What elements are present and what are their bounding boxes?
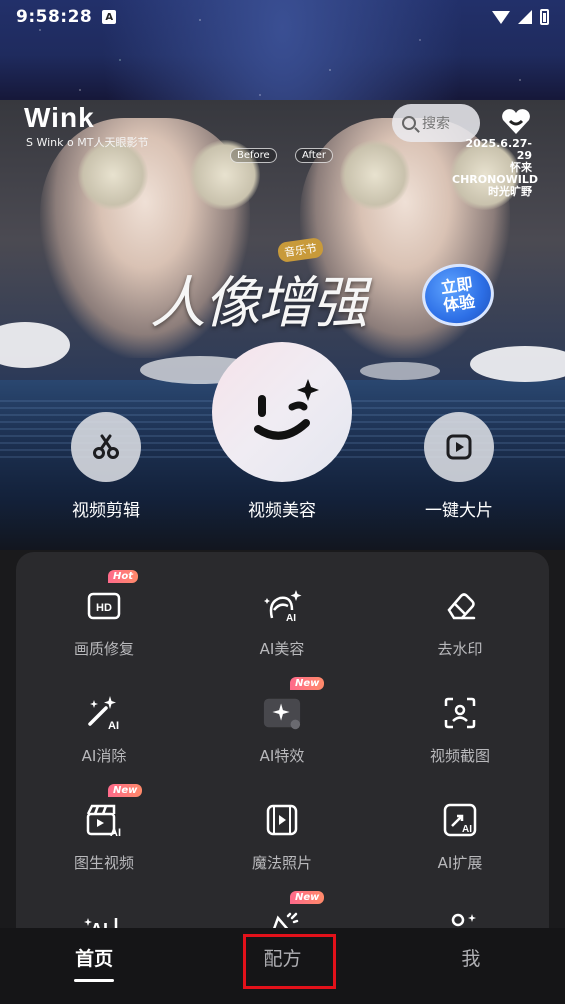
eraser-icon: [447, 593, 476, 620]
magic-wand-icon-wrap: AI: [84, 693, 124, 733]
ai-face-icon: AI: [264, 590, 302, 624]
wifi-icon: [492, 10, 510, 24]
video-beauty-circle: [212, 342, 352, 482]
battery-icon: [540, 9, 549, 25]
feature-label: 魔法照片: [251, 854, 312, 872]
ai-face-icon-wrap: AI: [262, 586, 302, 626]
eraser-icon-wrap: [440, 586, 480, 626]
search-placeholder: 搜索: [422, 116, 450, 132]
scissors-icon: [93, 434, 119, 459]
feature-image-to-video[interactable]: New AI 图生视频: [44, 784, 164, 873]
one-click-blockbuster-button[interactable]: 一键大片: [417, 412, 501, 521]
feature-label: AI扩展: [437, 854, 483, 872]
nav-me-label: 我: [461, 948, 481, 970]
svg-text:AI: AI: [462, 824, 472, 835]
status-time: 9:58:28: [16, 7, 93, 27]
new-badge: New: [290, 677, 325, 690]
hair-bun-decoration: [340, 140, 410, 210]
hd-icon-wrap: Hot HD: [84, 570, 139, 626]
feature-ai-effects[interactable]: New AI特效: [222, 677, 342, 766]
event-date: 2025.6.27-29: [465, 137, 533, 162]
status-bar: 9:58:28 A: [0, 0, 565, 34]
feature-label: AI美容: [259, 640, 305, 658]
feature-ai-beauty[interactable]: AI AI美容: [222, 586, 342, 659]
video-edit-label: 视频剪辑: [72, 501, 140, 521]
feature-label: 画质修复: [73, 640, 134, 658]
status-icons: [492, 9, 549, 25]
new-badge: New: [108, 784, 143, 797]
play-square-icon: [446, 434, 472, 460]
highlight-annotation-box: [243, 934, 336, 989]
brand-logo: Wink: [24, 102, 95, 133]
sparkle-folder-icon-wrap: New: [262, 677, 325, 733]
feature-remove-watermark[interactable]: 去水印: [400, 586, 520, 659]
before-tag: Before: [230, 148, 277, 163]
film-play-icon: [266, 804, 298, 836]
event-info: 2025.6.27-29 怀来 CHRONOWILD 时光旷野: [452, 137, 538, 198]
nav-home[interactable]: 首页: [0, 928, 188, 1004]
after-tag: After: [295, 148, 334, 163]
expand-ai-icon-wrap: AI: [440, 800, 480, 840]
svg-text:AI: AI: [110, 827, 121, 838]
brand-subtitle: S Wink o MT人天眼影节: [26, 136, 149, 149]
nav-home-label: 首页: [75, 948, 114, 970]
video-beauty-label: 视频美容: [248, 501, 316, 521]
search-icon: [402, 116, 416, 130]
feature-label: AI消除: [81, 747, 127, 765]
feature-magic-photo[interactable]: 魔法照片: [222, 800, 342, 873]
one-click-circle: [424, 412, 494, 482]
festival-logo-icon: [502, 109, 530, 134]
video-edit-button[interactable]: 视频剪辑: [64, 412, 148, 521]
event-subname: 时光旷野: [488, 185, 532, 198]
feature-ai-eliminate[interactable]: AI AI消除: [44, 693, 164, 766]
hd-icon: HD: [87, 592, 121, 620]
cloud-decoration: [360, 362, 440, 380]
screenshot-icon: [444, 697, 476, 729]
svg-text:AI: AI: [286, 613, 296, 624]
wink-face-icon: [254, 379, 319, 440]
feature-video-screenshot[interactable]: 视频截图: [400, 693, 520, 766]
magic-wand-icon: AI: [88, 696, 119, 732]
banner-headline: 人像增强: [150, 271, 368, 336]
hot-badge: Hot: [108, 570, 139, 583]
signal-icon: [518, 10, 532, 24]
clapper-ai-icon: AI: [86, 804, 121, 838]
video-edit-circle: [71, 412, 141, 482]
try-now-line2: 体验: [442, 291, 477, 316]
nav-me[interactable]: 我: [377, 928, 565, 1004]
expand-ai-icon: AI: [443, 803, 477, 837]
feature-label: AI特效: [259, 747, 305, 765]
feature-ai-expand[interactable]: AI AI扩展: [400, 800, 520, 873]
sparkle-folder-icon: [263, 698, 301, 730]
feature-label: 图生视频: [73, 854, 134, 872]
screenshot-icon-wrap: [440, 693, 480, 733]
svg-text:HD: HD: [96, 602, 112, 614]
feature-hd-restore[interactable]: Hot HD 画质修复: [44, 570, 164, 659]
new-badge: New: [290, 891, 325, 904]
feature-label: 去水印: [437, 640, 483, 658]
clapper-ai-icon-wrap: New AI: [84, 784, 143, 840]
feature-label: 视频截图: [429, 747, 490, 765]
video-beauty-button[interactable]: 视频美容: [212, 342, 352, 521]
one-click-label: 一键大片: [425, 501, 493, 521]
notification-icon: A: [102, 10, 117, 24]
hair-bun-decoration: [78, 140, 148, 210]
film-play-icon-wrap: [262, 800, 302, 840]
svg-text:AI: AI: [108, 720, 119, 732]
nav-active-indicator: [74, 979, 115, 982]
